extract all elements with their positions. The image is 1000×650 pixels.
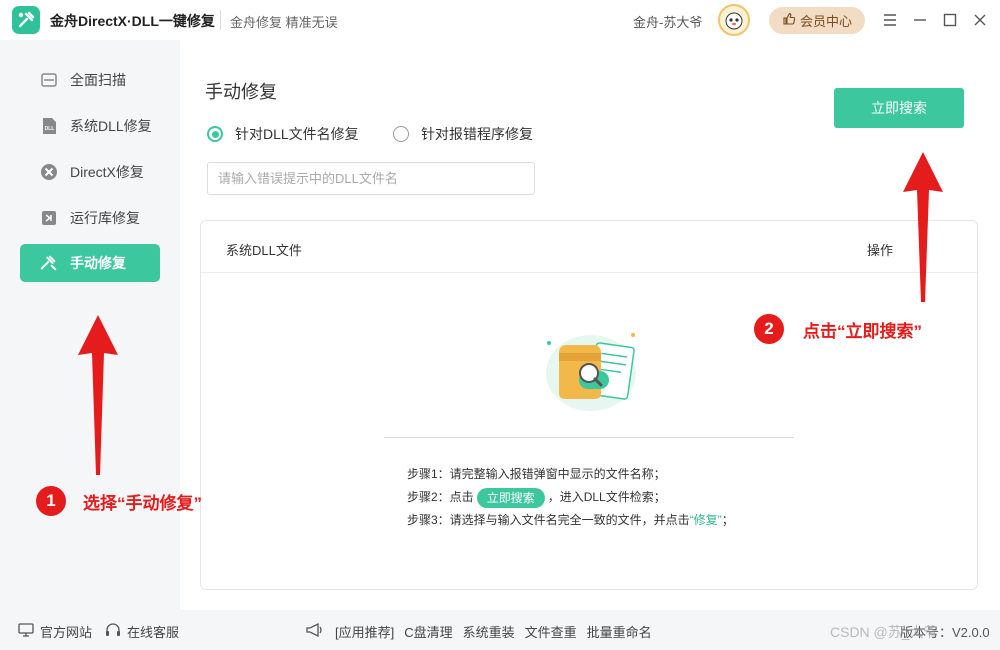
tool-system-reinstall[interactable]: 系统重装 (463, 622, 515, 641)
directx-icon (40, 163, 58, 181)
annotation-badge-1: 1 (36, 486, 66, 516)
step-3-text-post: ； (721, 513, 734, 527)
official-website-link[interactable]: 官方网站 (18, 622, 92, 641)
app-logo-icon (12, 6, 40, 34)
maximize-icon[interactable] (940, 10, 960, 30)
sidebar-item-system-dll[interactable]: DLL 系统DLL修复 (20, 107, 160, 145)
column-header-operation: 操作 (867, 243, 894, 258)
step-2-text-post: ，进入DLL文件检索； (547, 490, 666, 504)
official-website-label: 官方网站 (40, 625, 93, 640)
sidebar-item-label: 全面扫描 (70, 72, 126, 88)
annotation-badge-2: 2 (754, 314, 784, 344)
search-now-button[interactable]: 立即搜索 (834, 88, 964, 128)
app-slogan: 金舟修复 精准无误 (230, 15, 338, 30)
tool-file-dedupe[interactable]: 文件查重 (525, 622, 577, 641)
radio-program-label[interactable]: 针对报错程序修复 (421, 124, 533, 144)
dll-file-icon: DLL (40, 117, 58, 135)
menu-icon[interactable] (880, 10, 900, 30)
radio-dll-label[interactable]: 针对DLL文件名修复 (235, 124, 359, 144)
step-3-text-pre: 步骤3：请选择与输入文件名完全一致的文件，并点击 (407, 513, 690, 527)
tool-app-recommend[interactable]: [应用推荐] (335, 622, 394, 641)
tool-batch-rename[interactable]: 批量重命名 (587, 622, 652, 641)
app-name: 金舟DirectX·DLL一键修复 (50, 13, 215, 29)
sidebar-item-label: 系统DLL修复 (70, 118, 152, 134)
user-name[interactable]: 金舟-苏大爷 (633, 12, 702, 31)
sidebar-item-label: 运行库修复 (70, 210, 140, 226)
sidebar-item-runtime[interactable]: 运行库修复 (20, 199, 160, 237)
annotation-arrow-up-1 (78, 315, 118, 475)
runtime-icon (40, 209, 58, 227)
svg-text:DLL: DLL (45, 126, 55, 132)
page-title: 手动修复 (205, 82, 277, 102)
step-3: 步骤3：请选择与输入文件名完全一致的文件，并点击 “修复” ； (407, 509, 734, 532)
annotation-text-2: 点击“立即搜索” (803, 322, 922, 341)
instruction-steps: 步骤1：请完整输入报错弹窗中显示的文件名称； 步骤2：点击 立即搜索 ，进入DL… (407, 463, 734, 532)
avatar[interactable] (718, 4, 750, 36)
monitor-icon (18, 623, 34, 640)
title-bar: 金舟DirectX·DLL一键修复 金舟修复 精准无误 金舟-苏大爷 会员中心 (0, 0, 1000, 40)
tool-c-drive-clean[interactable]: C盘清理 (404, 622, 452, 641)
sidebar-item-directx[interactable]: DirectX修复 (20, 153, 160, 191)
sidebar-item-full-scan[interactable]: 全面扫描 (20, 61, 160, 99)
radio-program[interactable] (393, 126, 409, 142)
sidebar-item-label: 手动修复 (70, 255, 126, 271)
thumbs-up-icon (782, 12, 796, 29)
radio-program-option[interactable]: 针对报错程序修复 (393, 124, 533, 144)
empty-search-illustration-icon (541, 323, 641, 413)
step-1-text: 步骤1：请完整输入报错弹窗中显示的文件名称； (407, 467, 666, 481)
step-2: 步骤2：点击 立即搜索 ，进入DLL文件检索； (407, 486, 734, 509)
sidebar-item-manual-repair[interactable]: 手动修复 (20, 244, 160, 282)
dll-file-table: 系统DLL文件 操作 步骤1：请完整输入报错弹窗中显示的文件名称； 步骤2：点击… (200, 220, 978, 590)
online-support-link[interactable]: 在线客服 (105, 622, 179, 641)
annotation-arrow-up-2 (903, 152, 943, 302)
sidebar-item-label: DirectX修复 (70, 164, 144, 180)
megaphone-icon (305, 622, 325, 641)
tool-recommendations: [应用推荐] C盘清理 系统重装 文件查重 批量重命名 (305, 622, 652, 641)
radio-dll-option[interactable]: 针对DLL文件名修复 (207, 124, 359, 144)
online-support-label: 在线客服 (127, 625, 180, 640)
step-1: 步骤1：请完整输入报错弹窗中显示的文件名称； (407, 463, 734, 486)
title-divider (220, 10, 221, 30)
dll-search-input[interactable] (207, 162, 535, 195)
headset-icon (105, 622, 121, 641)
column-header-dll: 系统DLL文件 (226, 243, 302, 258)
vip-center-label: 会员中心 (799, 14, 852, 29)
watermark: CSDN @苏_大爷 (830, 624, 938, 640)
step-search-button[interactable]: 立即搜索 (476, 487, 545, 508)
minimize-icon[interactable] (910, 10, 930, 30)
close-icon[interactable] (970, 10, 990, 30)
step-2-text-pre: 步骤2：点击 (407, 490, 474, 504)
tools-icon (40, 254, 58, 272)
step-repair-link: “修复” (689, 513, 722, 527)
table-header: 系统DLL文件 操作 (201, 221, 977, 273)
radio-dll[interactable] (207, 126, 223, 142)
annotation-text-1: 选择“手动修复” (83, 494, 202, 513)
divider (384, 437, 794, 438)
vip-center-button[interactable]: 会员中心 (769, 7, 865, 34)
scan-icon (40, 71, 58, 89)
